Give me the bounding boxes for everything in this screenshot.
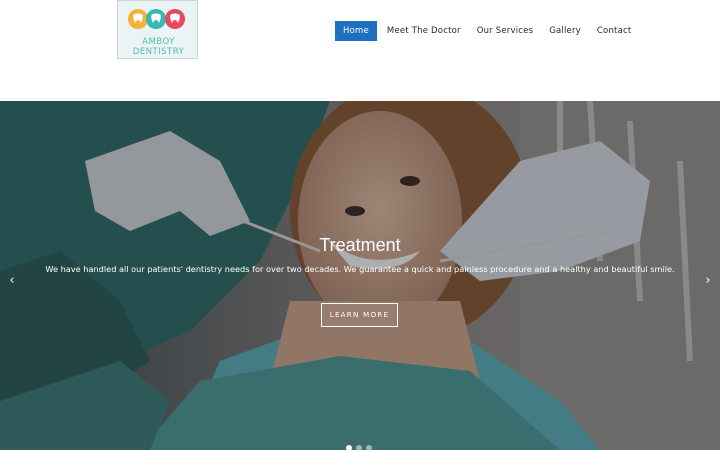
slider-dot-2[interactable] bbox=[356, 445, 362, 450]
learn-more-button[interactable]: LEARN MORE bbox=[321, 303, 398, 327]
nav-item-our-services[interactable]: Our Services bbox=[471, 21, 540, 41]
three-teeth-logo-icon bbox=[128, 9, 185, 29]
nav-item-contact[interactable]: Contact bbox=[591, 21, 637, 41]
nav-item-meet-the-doctor[interactable]: Meet The Doctor bbox=[381, 21, 467, 41]
logo-text: AMBOY DENTISTRY bbox=[132, 37, 185, 57]
slider-dots bbox=[346, 445, 376, 450]
chevron-left-icon[interactable]: ‹ bbox=[4, 271, 20, 291]
slider-dot-3[interactable] bbox=[366, 445, 372, 450]
slide-title: Treatment bbox=[319, 235, 401, 255]
main-nav: Home Meet The Doctor Our Services Galler… bbox=[335, 21, 641, 41]
hero-slider: Treatment We have handled all our patien… bbox=[0, 101, 720, 450]
slide-description: We have handled all our patients' dentis… bbox=[45, 264, 675, 274]
site-logo[interactable]: AMBOY DENTISTRY bbox=[117, 0, 198, 59]
site-header: AMBOY DENTISTRY Home Meet The Doctor Our… bbox=[0, 0, 720, 101]
nav-item-home[interactable]: Home bbox=[335, 21, 377, 41]
chevron-right-icon[interactable]: › bbox=[700, 271, 716, 291]
nav-item-gallery[interactable]: Gallery bbox=[543, 21, 587, 41]
hero-overlay bbox=[0, 101, 720, 450]
slider-dot-1[interactable] bbox=[346, 445, 352, 450]
